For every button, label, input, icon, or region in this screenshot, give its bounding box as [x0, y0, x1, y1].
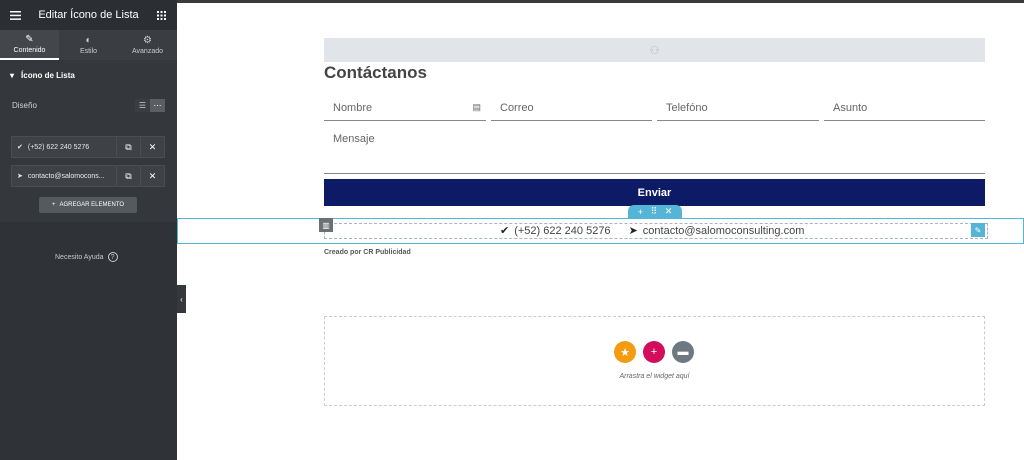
delete-section-icon[interactable]: ✕ [665, 206, 673, 217]
subject-field[interactable]: Asunto [824, 95, 985, 121]
placeholder-icon: ⚇ [649, 44, 660, 57]
add-item-label: AGREGAR ELEMENTO [59, 202, 125, 208]
layout-switch: ☰ ⋯ [135, 98, 165, 112]
pencil-icon: ✎ [25, 33, 34, 45]
repeater-item: ✔ (+52) 622 240 5276 ⧉ ✕ [11, 136, 165, 158]
repeater-item-label: contacto@salomocons... [27, 172, 105, 180]
paper-plane-icon: ➤ [17, 173, 23, 180]
page-title: Contáctanos [324, 63, 427, 82]
contrast-icon: ◐ [85, 34, 92, 46]
credit-text: Creado por CR Publicidad [324, 249, 411, 256]
caret-down-icon: ▾ [10, 70, 15, 80]
icon-list: ✔ (+52) 622 240 5276 ➤ contacto@salomoco… [500, 224, 805, 238]
help-label: Necesito Ayuda [55, 253, 104, 261]
folder-icon[interactable]: ▬ [672, 341, 694, 363]
message-field[interactable]: Mensaje [324, 125, 985, 174]
name-placeholder: Nombre [333, 101, 373, 114]
email-text: contacto@salomoconsulting.com [642, 224, 805, 237]
add-section-icon[interactable]: + [638, 207, 643, 217]
widgets-grid-icon[interactable] [155, 8, 169, 22]
sidebar-title: Editar Ícono de Lista [38, 9, 139, 21]
tab-content-label: Contenido [13, 46, 46, 54]
check-icon: ✔ [500, 225, 510, 237]
image-placeholder[interactable]: ⚇ [324, 38, 985, 62]
tab-content[interactable]: ✎ Contenido [0, 30, 59, 60]
tab-style-label: Estilo [79, 47, 98, 55]
tab-advanced[interactable]: ⚙ Avanzado [118, 30, 177, 60]
name-field[interactable]: Nombre ▤ [324, 95, 486, 121]
column-edit-icon[interactable]: ▥ [319, 218, 333, 232]
message-placeholder: Mensaje [333, 133, 375, 145]
list-item[interactable]: ✔ (+52) 622 240 5276 [500, 224, 611, 238]
design-label: Diseño [12, 100, 37, 110]
layout-list-icon[interactable]: ☰ [135, 98, 150, 112]
drag-handle-icon[interactable]: ⠿ [651, 206, 658, 217]
widget-edit-pencil-icon[interactable]: ✎ [971, 223, 985, 237]
layout-inline-icon[interactable]: ⋯ [150, 98, 165, 112]
star-icon[interactable]: ★ [614, 341, 636, 363]
editor-sidebar: Editar Ícono de Lista ✎ Contenido ◐ Esti… [0, 0, 177, 460]
check-icon: ✔ [17, 144, 23, 151]
top-border [177, 0, 1024, 3]
paper-plane-icon: ➤ [628, 225, 638, 237]
repeater-item: ➤ contacto@salomocons... ⧉ ✕ [11, 165, 165, 187]
section-title: Ícono de Lista [21, 70, 75, 80]
email-field[interactable]: Correo [491, 95, 652, 121]
phone-placeholder: Telefóno [666, 101, 708, 114]
sidebar-header: Editar Ícono de Lista [0, 0, 177, 30]
duplicate-icon[interactable]: ⧉ [116, 137, 140, 157]
contact-card-icon: ▤ [472, 102, 481, 112]
sidebar-tabs: ✎ Contenido ◐ Estilo ⚙ Avanzado [0, 30, 177, 60]
repeater-item-label: (+52) 622 240 5276 [27, 143, 90, 151]
question-icon: ? [107, 252, 118, 262]
section-toggle[interactable]: ▾ Ícono de Lista [0, 60, 177, 90]
dropzone-hint: Arrastra el widget aquí [619, 373, 690, 380]
add-item-button[interactable]: + AGREGAR ELEMENTO [39, 197, 137, 213]
send-button[interactable]: Enviar [324, 179, 985, 206]
list-item[interactable]: ➤ contacto@salomoconsulting.com [628, 224, 805, 238]
phone-text: (+52) 622 240 5276 [514, 224, 611, 237]
close-icon[interactable]: ✕ [140, 166, 164, 186]
tab-advanced-label: Avanzado [131, 47, 163, 55]
hamburger-menu-icon[interactable] [8, 8, 22, 22]
add-section-plus-icon[interactable]: + [643, 341, 665, 363]
phone-field[interactable]: Telefóno [657, 95, 819, 121]
help-link[interactable]: Necesito Ayuda ? [55, 252, 118, 262]
email-placeholder: Correo [500, 101, 534, 114]
collapse-sidebar-button[interactable]: ‹ [177, 285, 186, 313]
duplicate-icon[interactable]: ⧉ [116, 166, 140, 186]
tab-style[interactable]: ◐ Estilo [59, 30, 118, 60]
gear-icon: ⚙ [143, 34, 152, 46]
repeater-item-label-wrap[interactable]: ✔ (+52) 622 240 5276 [12, 137, 116, 157]
design-control: Diseño ☰ ⋯ [0, 90, 177, 120]
section-handle: + ⠿ ✕ [628, 205, 682, 218]
subject-placeholder: Asunto [833, 101, 868, 114]
close-icon[interactable]: ✕ [140, 137, 164, 157]
repeater-item-label-wrap[interactable]: ➤ contacto@salomocons... [12, 166, 116, 186]
plus-icon: + [51, 202, 56, 208]
